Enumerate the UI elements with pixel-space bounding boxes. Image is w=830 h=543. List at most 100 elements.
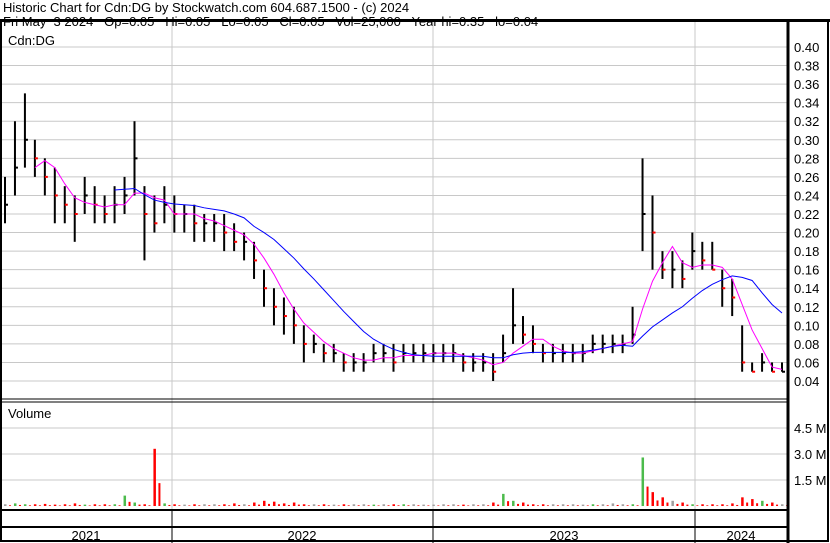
volume-bar bbox=[83, 504, 87, 506]
stock-chart: Cdn:DG Volume 0.04 0.06 0.08 0.10 0.12 0.14 0.… bbox=[0, 19, 830, 543]
volume-bar bbox=[467, 505, 470, 506]
price-tick-label: 0.24 bbox=[794, 188, 819, 203]
volume-bar bbox=[776, 504, 779, 506]
volume-bar bbox=[113, 504, 117, 506]
volume-bar bbox=[487, 505, 490, 506]
volume-bar bbox=[148, 505, 151, 506]
volume-bar bbox=[312, 504, 316, 506]
volume-bar bbox=[556, 505, 559, 506]
volume-bar bbox=[771, 502, 774, 506]
volume-bar bbox=[317, 505, 320, 506]
price-tick-label: 0.36 bbox=[794, 77, 819, 92]
volume-bar bbox=[163, 503, 166, 506]
volume-bar bbox=[546, 505, 549, 506]
volume-bar bbox=[387, 505, 390, 506]
volume-bar bbox=[536, 505, 539, 506]
volume-bar bbox=[726, 505, 729, 506]
moving-average-short-line bbox=[34, 160, 783, 370]
volume-tick-label: 3.0 M bbox=[794, 447, 827, 462]
volume-bar bbox=[402, 504, 405, 506]
volume-bar bbox=[477, 505, 480, 506]
volume-bar bbox=[646, 486, 649, 506]
volume-bar bbox=[38, 505, 41, 506]
volume-bar bbox=[462, 504, 465, 506]
volume-bar bbox=[457, 505, 460, 506]
volume-bar bbox=[287, 504, 290, 506]
volume-bar bbox=[492, 502, 495, 506]
chart-frame bbox=[0, 20, 829, 542]
volume-bar bbox=[33, 504, 37, 506]
volume-bar bbox=[392, 504, 395, 506]
volume-bar bbox=[666, 502, 669, 506]
volume-bar bbox=[297, 504, 300, 506]
year-label: 2023 bbox=[550, 528, 579, 543]
volume-bar bbox=[198, 505, 201, 506]
volume-bar bbox=[213, 504, 216, 506]
volume-bar bbox=[541, 504, 545, 506]
volume-bar bbox=[701, 504, 704, 506]
volume-bar bbox=[736, 504, 739, 506]
year-label: 2024 bbox=[727, 528, 756, 543]
price-tick-label: 0.22 bbox=[794, 207, 819, 222]
volume-bar bbox=[382, 504, 386, 506]
volume-bar bbox=[636, 505, 639, 506]
volume-bar bbox=[576, 505, 579, 506]
volume-bar bbox=[98, 505, 101, 506]
volume-bar bbox=[243, 504, 246, 506]
volume-bar bbox=[482, 504, 485, 506]
volume-bar bbox=[208, 505, 211, 506]
price-tick-label: 0.10 bbox=[794, 318, 819, 333]
volume-bar bbox=[123, 495, 127, 506]
volume-bar bbox=[746, 502, 749, 506]
price-tick-label: 0.12 bbox=[794, 300, 819, 315]
volume-bar bbox=[781, 504, 784, 506]
volume-bar bbox=[78, 504, 81, 506]
volume-bar bbox=[397, 505, 400, 506]
volume-bar bbox=[88, 505, 91, 506]
price-tick-label: 0.16 bbox=[794, 263, 819, 278]
volume-bar bbox=[596, 505, 599, 506]
volume-bar bbox=[522, 502, 525, 506]
volume-bar bbox=[422, 504, 425, 506]
volume-bar bbox=[68, 505, 71, 506]
price-tick-label: 0.04 bbox=[794, 374, 819, 389]
volume-bar bbox=[686, 504, 689, 506]
volume-bar bbox=[73, 503, 77, 506]
volume-bar bbox=[93, 504, 97, 506]
volume-bar bbox=[497, 504, 500, 506]
volume-bar bbox=[372, 504, 376, 506]
volume-bar bbox=[153, 448, 156, 506]
volume-bar bbox=[228, 505, 231, 506]
volume-bar bbox=[472, 504, 475, 506]
volume-bar bbox=[661, 497, 664, 506]
volume-tick-label: 1.5 M bbox=[794, 473, 827, 488]
volume-bar bbox=[756, 503, 759, 506]
volume-bar bbox=[332, 504, 336, 506]
volume-bar bbox=[631, 504, 635, 506]
volume-bar bbox=[591, 504, 595, 506]
volume-bar bbox=[716, 505, 719, 506]
volume-bar bbox=[183, 504, 186, 506]
volume-bar bbox=[18, 504, 21, 506]
price-tick-label: 0.26 bbox=[794, 170, 819, 185]
volume-bar bbox=[691, 504, 694, 506]
volume-bar bbox=[626, 505, 629, 506]
volume-bar bbox=[731, 503, 734, 506]
volume-bar bbox=[367, 505, 370, 506]
volume-bar bbox=[452, 504, 455, 506]
volume-bar bbox=[347, 505, 350, 506]
volume-bar bbox=[427, 505, 430, 506]
volume-bar bbox=[512, 500, 515, 506]
volume-bar bbox=[282, 503, 286, 506]
volume-bar bbox=[143, 504, 146, 506]
volume-bar bbox=[263, 500, 266, 506]
volume-bar bbox=[103, 504, 107, 506]
volume-bar bbox=[606, 505, 609, 506]
volume-bar bbox=[188, 505, 191, 506]
volume-bar bbox=[128, 501, 131, 506]
volume-bar bbox=[706, 505, 709, 506]
price-tick-label: 0.14 bbox=[794, 281, 819, 296]
volume-bar bbox=[362, 504, 366, 506]
volume-bar bbox=[302, 504, 306, 506]
year-label: 2021 bbox=[72, 528, 101, 543]
